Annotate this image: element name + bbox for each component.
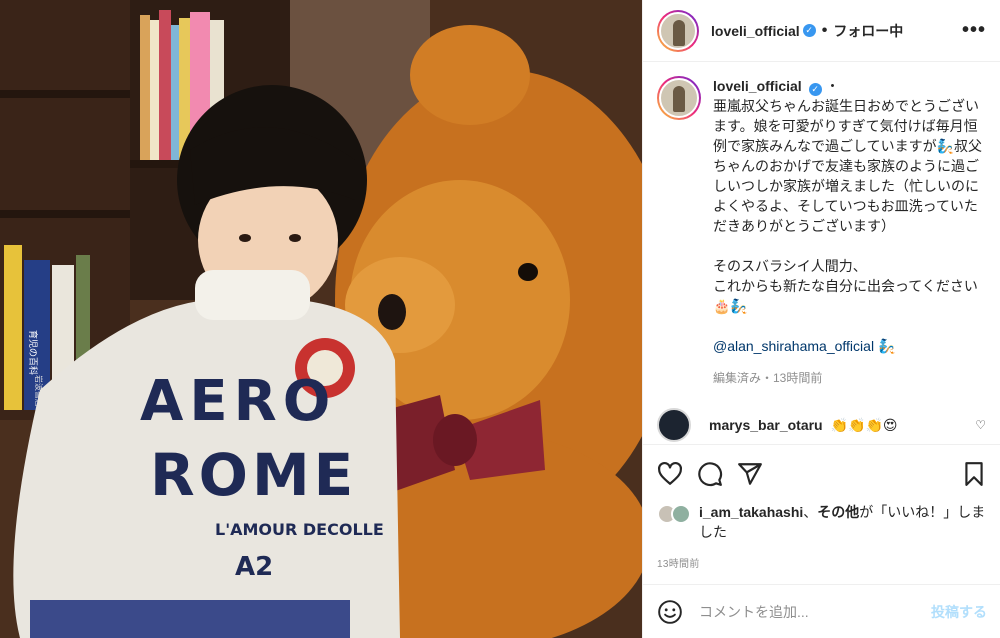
liker-avatars: [657, 504, 691, 542]
caption-block: loveli_official ✓ ・ 亜嵐叔父ちゃんお誕生日おめでとうございま…: [657, 76, 986, 388]
caption-avatar[interactable]: [657, 76, 701, 120]
sweater-text-aero: AERO: [140, 369, 336, 434]
post-header: loveli_official ✓ • フォロー中 •••: [643, 0, 1000, 62]
comment-avatar[interactable]: [657, 408, 691, 442]
verified-icon: ✓: [802, 24, 816, 37]
book-title-1: 育児の百科: [27, 330, 39, 375]
caption-separator: ・: [825, 78, 840, 94]
share-icon[interactable]: [737, 461, 763, 487]
likes-text: i_am_takahashi、その他が「いいね！」しました: [699, 502, 987, 542]
caption-text: 亜嵐叔父ちゃんお誕生日おめでとうございます。娘を可愛がりすぎて気付けば毎月恒例で…: [713, 98, 983, 314]
likes-sep: 、: [803, 504, 818, 520]
heart-icon[interactable]: [657, 461, 683, 487]
caption-meta: 編集済み・13時間前: [713, 371, 823, 385]
emoji-icon[interactable]: [657, 599, 683, 625]
likes-others-link[interactable]: その他: [817, 504, 859, 520]
instagram-post-modal: 育児の百科 岩波書店 AERO ROME L'AMOUR DECOLLE A2 …: [0, 0, 1000, 638]
comment-username[interactable]: marys_bar_otaru: [709, 417, 823, 433]
post-timestamp[interactable]: 13時間前: [657, 555, 700, 570]
liker-username[interactable]: i_am_takahashi: [699, 504, 803, 520]
header-avatar[interactable]: [657, 9, 699, 52]
post-side-panel: loveli_official ✓ • フォロー中 ••• loveli_off…: [642, 0, 1000, 638]
comment-icon[interactable]: [697, 461, 723, 487]
verified-icon: ✓: [808, 83, 822, 96]
action-bar: [643, 444, 1000, 502]
header-username[interactable]: loveli_official: [711, 23, 800, 39]
caption-username[interactable]: loveli_official: [713, 78, 802, 94]
comments-section[interactable]: loveli_official ✓ ・ 亜嵐叔父ちゃんお誕生日おめでとうございま…: [643, 62, 1000, 444]
add-comment-bar: 投稿する: [643, 584, 1000, 638]
more-icon[interactable]: •••: [962, 19, 986, 42]
caption-mention-line: @alan_shirahama_official 🧞: [713, 336, 983, 356]
comment-input[interactable]: [699, 603, 931, 620]
comment-like-icon[interactable]: ♡: [975, 418, 986, 432]
following-button[interactable]: フォロー中: [833, 21, 903, 41]
mention-suffix: 🧞: [874, 338, 896, 354]
post-photo-illustration: 育児の百科 岩波書店 AERO ROME L'AMOUR DECOLLE A2: [0, 0, 642, 638]
header-separator: •: [821, 21, 828, 39]
post-button[interactable]: 投稿する: [931, 602, 987, 622]
caption-body: loveli_official ✓ ・ 亜嵐叔父ちゃんお誕生日おめでとうございま…: [713, 76, 983, 388]
sweater-text-lamour: L'AMOUR DECOLLE: [215, 520, 384, 539]
sweater-text-rome: ROME: [150, 441, 357, 509]
likes-summary: i_am_takahashi、その他が「いいね！」しました: [657, 502, 987, 542]
mention-link[interactable]: @alan_shirahama_official: [713, 338, 874, 354]
comment-text: 👏👏👏😍: [830, 416, 898, 433]
sweater-text-a2: A2: [235, 552, 273, 582]
post-photo[interactable]: 育児の百科 岩波書店 AERO ROME L'AMOUR DECOLLE A2: [0, 0, 642, 638]
bookmark-icon[interactable]: [961, 461, 987, 487]
comment-item: marys_bar_otaru 👏👏👏😍 ♡: [657, 408, 986, 442]
